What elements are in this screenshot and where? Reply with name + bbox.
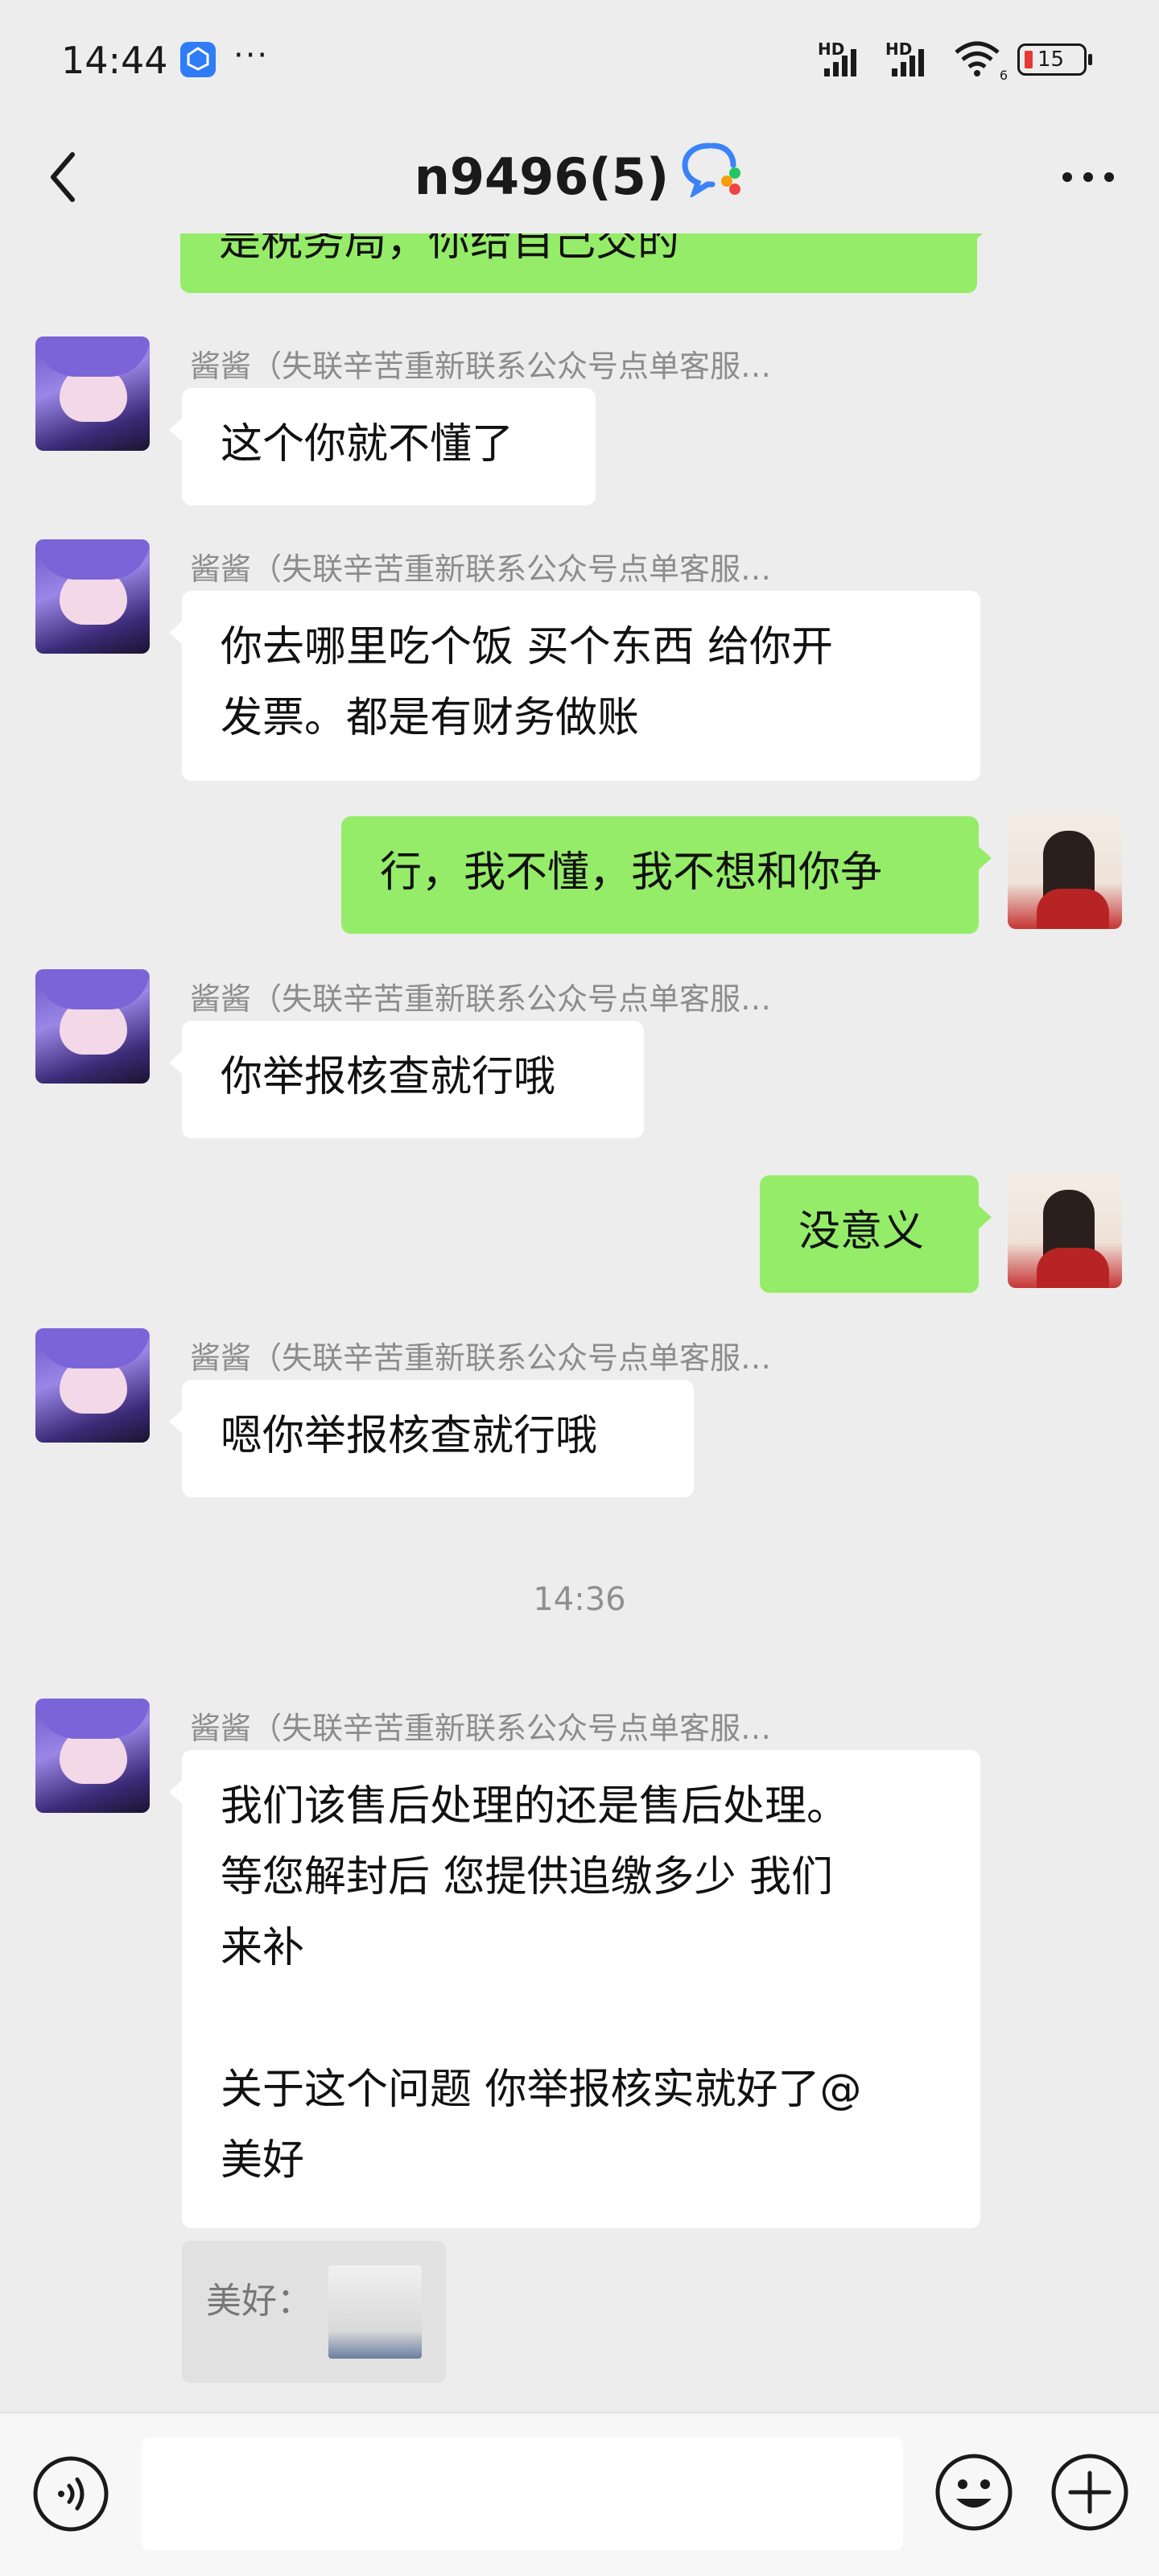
incoming-message[interactable]: 嗯你举报核查就行哦 — [169, 1380, 694, 1497]
battery-icon: 15 — [1017, 43, 1092, 76]
outgoing-message[interactable]: 行，我不懂，我不想和你争 — [341, 816, 992, 934]
chat-title: n9496(5) — [0, 137, 1159, 221]
voice-icon[interactable] — [32, 2455, 109, 2533]
message-text: 关于这个问题 你举报核实就好了@ — [221, 2066, 862, 2114]
message-text: 没意义 — [798, 1208, 925, 1256]
signal-icon: HD — [885, 39, 937, 80]
outgoing-message[interactable]: 没意义 — [760, 1175, 992, 1293]
quote-image-thumbnail[interactable] — [328, 2265, 422, 2359]
incoming-message[interactable]: 我们该售后处理的还是售后处理。 等您解封后 您提供追缴多少 我们 来补 关于这个… — [169, 1750, 980, 2228]
emoji-icon[interactable] — [934, 2452, 1014, 2533]
avatar[interactable] — [35, 1699, 150, 1813]
avatar[interactable] — [35, 969, 150, 1084]
sender-name: 酱酱（失联辛苦重新联系公众号点单客服… — [190, 1711, 772, 1746]
nav-bar: n9496(5) — [0, 121, 1159, 233]
group-chat-icon — [680, 140, 744, 221]
signal-icon: HD — [818, 39, 869, 80]
message-text: 我们该售后处理的还是售后处理。 — [221, 1782, 849, 1831]
sender-name: 酱酱（失联辛苦重新联系公众号点单客服… — [190, 981, 772, 1017]
status-time: 14:44 — [61, 39, 168, 82]
quote-label: 美好： — [206, 2281, 312, 2322]
message-text: 美好 — [221, 2136, 305, 2185]
ai-app-icon — [180, 42, 216, 77]
chat-title-text: n9496(5) — [414, 147, 670, 206]
message-text: 发票。都是有财务做账 — [221, 694, 640, 742]
avatar[interactable] — [1008, 815, 1122, 929]
avatar[interactable] — [35, 1328, 150, 1443]
message-text: 这个你就不懂了 — [221, 420, 514, 469]
plus-icon[interactable] — [1050, 2452, 1130, 2533]
message-text: 你举报核查就行哦 — [221, 1053, 556, 1101]
sender-name: 酱酱（失联辛苦重新联系公众号点单客服… — [190, 349, 772, 384]
status-indicators: HD HD 6 15 — [818, 35, 1092, 84]
more-icon[interactable] — [1056, 153, 1120, 201]
message-text: 嗯你举报核查就行哦 — [221, 1412, 598, 1460]
message-text: 行，我不懂，我不想和你争 — [380, 848, 883, 897]
avatar[interactable] — [35, 539, 150, 654]
battery-level: 15 — [1037, 47, 1065, 72]
wifi-icon: 6 — [953, 39, 1008, 83]
sender-name: 酱酱（失联辛苦重新联系公众号点单客服… — [190, 1340, 772, 1376]
message-text: 是税务局，你给自己交的 — [219, 233, 680, 266]
message-text: 等您解封后 您提供追缴多少 我们 — [221, 1853, 834, 1901]
incoming-message[interactable]: 这个你就不懂了 — [169, 388, 596, 506]
status-bar: 14:44 ··· HD HD 6 15 — [0, 0, 1159, 121]
message-text: 来补 — [221, 1924, 305, 1972]
sender-name: 酱酱（失联辛苦重新联系公众号点单客服… — [190, 551, 772, 587]
quoted-message[interactable]: 美好： — [182, 2241, 446, 2383]
time-divider: 14:36 — [533, 1581, 626, 1618]
status-more-indicator: ··· — [233, 37, 270, 74]
wifi-badge: 6 — [999, 68, 1008, 83]
message-input[interactable] — [142, 2438, 903, 2550]
avatar[interactable] — [35, 336, 150, 451]
incoming-message[interactable]: 你举报核查就行哦 — [169, 1021, 644, 1138]
chat-area[interactable]: 是税务局，你给自己交的 酱酱（失联辛苦重新联系公众号点单客服… 这个你就不懂了 … — [0, 233, 1159, 2407]
incoming-message[interactable]: 你去哪里吃个饭 买个东西 给你开 发票。都是有财务做账 — [169, 591, 980, 781]
outgoing-message[interactable]: 是税务局，你给自己交的 — [180, 233, 990, 293]
avatar[interactable] — [1008, 1174, 1122, 1288]
message-text: 你去哪里吃个饭 买个东西 给你开 — [221, 623, 834, 671]
input-bar — [0, 2412, 1159, 2576]
